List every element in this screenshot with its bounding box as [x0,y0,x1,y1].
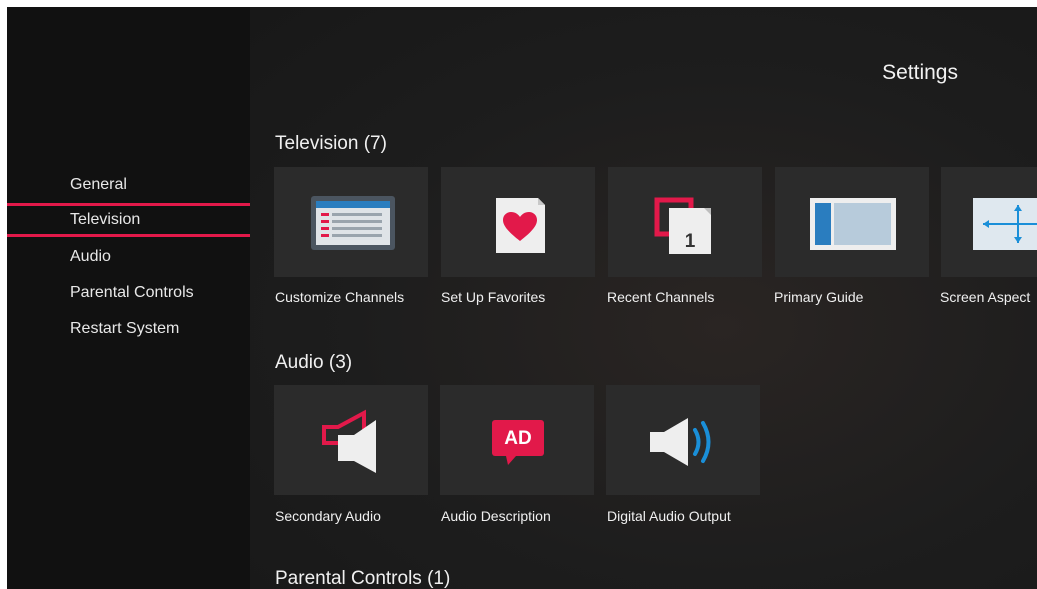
speaker-wave-icon [650,418,711,466]
audio-description-icon: AD [492,420,544,465]
guide-layout-icon [810,198,896,250]
sidebar-item-audio[interactable]: Audio [7,240,250,274]
page-title: Settings [882,61,958,84]
channel-list-icon [311,196,395,250]
section-title-audio: Audio (3) [275,352,353,373]
tile-screen-aspect[interactable] [941,167,1037,277]
tile-set-up-favorites[interactable] [441,167,595,277]
heart-icon [496,198,545,253]
secondary-audio-icon [322,409,376,473]
sidebar-item-television[interactable]: Television [7,203,250,237]
tile-recent-channels[interactable]: 1 [608,167,762,277]
sidebar-item-parental-controls[interactable]: Parental Controls [7,276,250,310]
sidebar: General Television Audio Parental Contro… [7,7,250,589]
tile-label-primary-guide: Primary Guide [774,289,864,305]
section-title-television: Television (7) [275,133,387,154]
settings-screen: General Television Audio Parental Contro… [7,7,1037,589]
tile-label-audio-description: Audio Description [441,508,551,524]
tile-label-recent-channels: Recent Channels [607,289,715,305]
tile-label-screen-aspect: Screen Aspect [940,289,1031,305]
audio-description-badge: AD [504,428,531,449]
tile-label-set-up-favorites: Set Up Favorites [441,289,546,305]
tile-customize-channels[interactable] [274,167,428,277]
tile-label-digital-audio-output: Digital Audio Output [607,508,731,524]
tile-secondary-audio[interactable] [274,385,428,495]
tile-digital-audio-output[interactable] [606,385,760,495]
tile-label-secondary-audio: Secondary Audio [275,508,381,524]
sidebar-item-restart-system[interactable]: Restart System [7,312,250,346]
recent-channels-badge: 1 [685,231,696,252]
recent-channels-icon: 1 [654,197,711,254]
main-content: Settings Television (7) Customize Channe… [250,7,1037,589]
sidebar-item-general[interactable]: General [7,168,250,202]
tile-primary-guide[interactable] [775,167,929,277]
section-title-parental-controls: Parental Controls (1) [275,568,451,589]
tile-label-customize-channels: Customize Channels [275,289,405,305]
tile-audio-description[interactable]: AD [440,385,594,495]
screen-aspect-icon [973,198,1037,250]
